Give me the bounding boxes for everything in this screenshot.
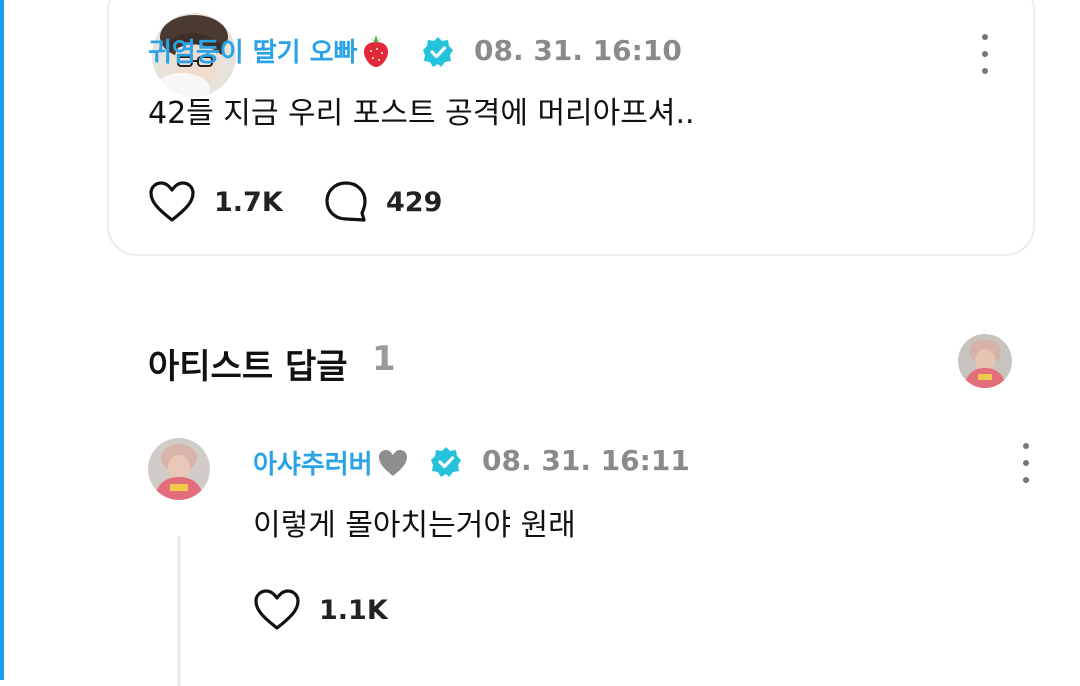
heart-icon <box>149 181 195 222</box>
reply-body-text: 이렇게 몰아치는거야 원래 <box>253 508 576 543</box>
post-like-button[interactable]: 1.7K <box>148 180 283 224</box>
verified-badge-icon <box>422 36 454 72</box>
artist-replies-heading: 아티스트 답글 <box>148 347 348 387</box>
comment-bubble-icon <box>325 181 367 222</box>
reply-timestamp: 08. 31. 16:11 <box>482 444 690 477</box>
edge-accent-line <box>0 0 4 680</box>
post-comment-button[interactable]: 429 <box>324 180 442 224</box>
post-like-count: 1.7K <box>214 186 283 218</box>
grey-heart-icon <box>377 448 409 478</box>
post-timestamp: 08. 31. 16:10 <box>474 34 682 67</box>
reply-author-avatar[interactable] <box>148 438 210 500</box>
artist-mini-avatar[interactable] <box>958 334 1012 388</box>
artist-replies-count: 1 <box>372 339 396 379</box>
thread-connector-line <box>177 536 181 686</box>
post-more-options-icon[interactable] <box>975 34 995 74</box>
post-author-name[interactable]: 귀염둥이 딸기 오빠 <box>148 32 391 69</box>
strawberry-icon <box>361 34 391 68</box>
post-author-name-text: 귀염둥이 딸기 오빠 <box>148 38 358 68</box>
post-comment-count: 429 <box>386 186 443 218</box>
heart-icon <box>254 589 300 630</box>
post-body-text: 42들 지금 우리 포스트 공격에 머리아프셔.. <box>148 96 695 131</box>
reply-author-name-text: 아샤추러버 <box>253 450 373 480</box>
reply-author-name[interactable]: 아샤추러버 <box>253 444 409 481</box>
reply-like-count: 1.1K <box>319 594 388 626</box>
reply-verified-badge-icon <box>430 446 462 482</box>
reply-like-button[interactable]: 1.1K <box>253 588 388 632</box>
reply-more-options-icon[interactable] <box>1016 443 1036 483</box>
